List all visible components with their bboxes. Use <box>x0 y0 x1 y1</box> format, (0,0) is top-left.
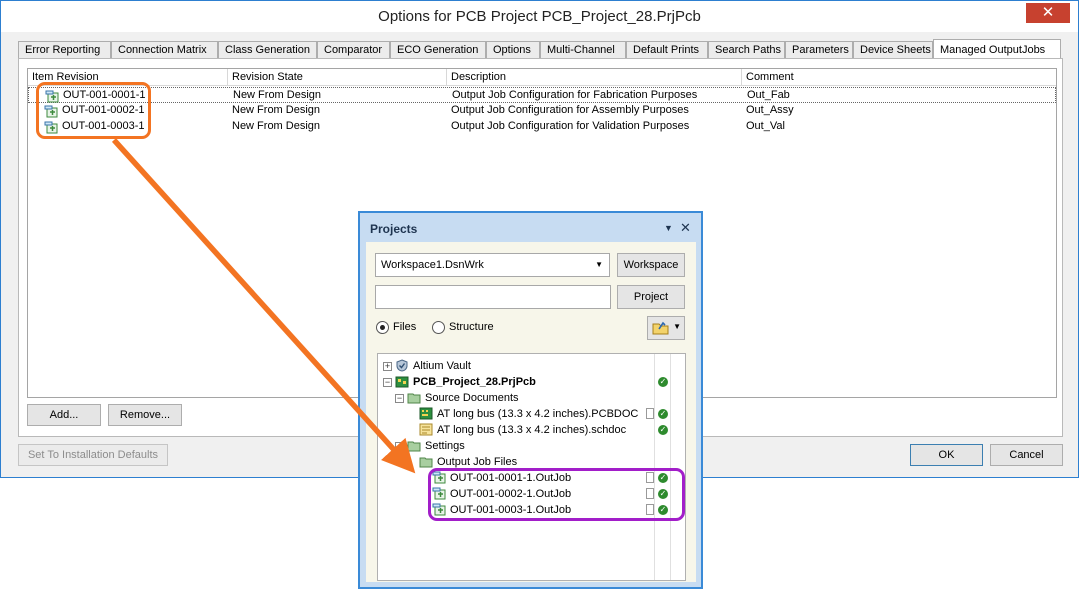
table-row[interactable]: OUT-001-0002-1 New From Design Output Jo… <box>28 103 1056 119</box>
column-header-revision-state[interactable]: Revision State <box>228 69 447 86</box>
projects-panel-title: Projects <box>370 222 418 236</box>
tree-item-settings[interactable]: − Settings <box>378 438 685 454</box>
cell-description: Output Job Configuration for Fabrication… <box>452 89 698 101</box>
collapse-icon[interactable]: − <box>395 442 404 451</box>
tree-item-pcb-project[interactable]: − PCB_Project_28.PrjPcb ✓ <box>378 374 685 390</box>
panel-menu-icon[interactable]: ▼ <box>664 223 673 233</box>
cell-description: Output Job Configuration for Validation … <box>451 120 690 132</box>
expand-icon[interactable]: + <box>383 362 392 371</box>
tab-connection-matrix[interactable]: Connection Matrix <box>111 41 218 59</box>
purple-highlight-box <box>428 468 685 521</box>
collapse-icon[interactable]: − <box>383 378 392 387</box>
tab-multi-channel[interactable]: Multi-Channel <box>540 41 626 59</box>
tab-eco-generation[interactable]: ECO Generation <box>390 41 486 59</box>
panel-close-icon[interactable]: ✕ <box>680 220 691 236</box>
project-button[interactable]: Project <box>617 285 685 309</box>
chevron-down-icon: ▼ <box>673 322 681 331</box>
tab-parameters[interactable]: Parameters <box>785 41 853 59</box>
tab-error-reporting[interactable]: Error Reporting <box>18 41 111 59</box>
workspace-combo[interactable]: Workspace1.DsnWrk ▼ <box>375 253 610 277</box>
tab-managed-outputjobs[interactable]: Managed OutputJobs <box>933 39 1061 59</box>
tree-item-schematic-document[interactable]: AT long bus (13.3 x 4.2 inches).schdoc ✓ <box>378 422 685 438</box>
folder-open-icon <box>652 321 669 335</box>
tab-class-generation[interactable]: Class Generation <box>218 41 317 59</box>
tree-item-altium-vault[interactable]: + Altium Vault <box>378 358 685 374</box>
open-project-documents-button[interactable]: ▼ <box>647 316 685 340</box>
tree-item-label: AT long bus (13.3 x 4.2 inches).schdoc <box>437 424 627 436</box>
workspace-button[interactable]: Workspace <box>617 253 685 277</box>
project-tree: + Altium Vault − PCB_Project_28.PrjPcb ✓… <box>377 353 686 581</box>
cell-revision-state: New From Design <box>232 104 321 116</box>
tab-default-prints[interactable]: Default Prints <box>626 41 708 59</box>
chevron-down-icon: ▼ <box>595 260 603 269</box>
cell-comment: Out_Assy <box>746 104 794 116</box>
projects-panel: Projects ▼ ✕ Workspace1.DsnWrk ▼ Workspa… <box>358 211 703 589</box>
check-icon: ✓ <box>658 377 668 387</box>
tree-item-source-documents[interactable]: − Source Documents <box>378 390 685 406</box>
tab-comparator[interactable]: Comparator <box>317 41 390 59</box>
folder-icon <box>407 393 421 404</box>
column-header-comment[interactable]: Comment <box>742 69 1056 86</box>
cancel-button[interactable]: Cancel <box>990 444 1063 466</box>
folder-icon <box>419 457 433 468</box>
tree-item-label: Altium Vault <box>413 360 471 372</box>
tree-item-label: Settings <box>425 440 465 452</box>
tree-item-label: AT long bus (13.3 x 4.2 inches).PCBDOC <box>437 408 639 420</box>
column-header-description[interactable]: Description <box>447 69 742 86</box>
project-input[interactable] <box>375 285 611 309</box>
tree-item-label: Source Documents <box>425 392 519 404</box>
close-icon: ✕ <box>1041 4 1055 21</box>
files-radio[interactable] <box>376 321 389 334</box>
tree-item-pcb-document[interactable]: AT long bus (13.3 x 4.2 inches).PCBDOC ✓ <box>378 406 685 422</box>
cell-description: Output Job Configuration for Assembly Pu… <box>451 104 689 116</box>
ok-button[interactable]: OK <box>910 444 983 466</box>
dialog-title: Options for PCB Project PCB_Project_28.P… <box>378 8 701 25</box>
set-installation-defaults-button[interactable]: Set To Installation Defaults <box>18 444 168 466</box>
grid-header: Item Revision Revision State Description… <box>28 69 1056 86</box>
tab-options[interactable]: Options <box>486 41 540 59</box>
pcb-project-icon <box>395 376 409 388</box>
cell-revision-state: New From Design <box>232 120 321 132</box>
check-icon: ✓ <box>658 425 668 435</box>
structure-radio[interactable] <box>432 321 445 334</box>
pcb-document-icon <box>419 407 433 420</box>
vault-icon <box>396 359 408 372</box>
remove-button[interactable]: Remove... <box>108 404 182 426</box>
structure-radio-label: Structure <box>449 321 494 333</box>
schematic-document-icon <box>419 423 433 436</box>
tab-search-paths[interactable]: Search Paths <box>708 41 785 59</box>
cell-comment: Out_Fab <box>747 89 790 101</box>
collapse-icon[interactable]: − <box>395 394 404 403</box>
tree-item-label: PCB_Project_28.PrjPcb <box>413 376 536 388</box>
dialog-titlebar: Options for PCB Project PCB_Project_28.P… <box>1 1 1078 32</box>
projects-panel-body: Workspace1.DsnWrk ▼ Workspace Project Fi… <box>366 242 696 582</box>
cell-comment: Out_Val <box>746 120 785 132</box>
workspace-combo-value: Workspace1.DsnWrk <box>381 259 484 271</box>
check-icon: ✓ <box>658 409 668 419</box>
document-icon <box>646 408 654 419</box>
table-row[interactable]: OUT-001-0003-1 New From Design Output Jo… <box>28 119 1056 135</box>
cell-revision-state: New From Design <box>233 89 322 101</box>
tab-device-sheets[interactable]: Device Sheets <box>853 41 933 59</box>
tab-strip: Error Reporting Connection Matrix Class … <box>18 39 1063 59</box>
folder-icon <box>407 441 421 452</box>
orange-highlight-box <box>36 82 151 139</box>
table-row[interactable]: OUT-001-0001-1 New From Design Output Jo… <box>28 87 1056 103</box>
add-button[interactable]: Add... <box>27 404 101 426</box>
files-radio-label: Files <box>393 321 417 333</box>
dialog-close-button[interactable]: ✕ <box>1026 3 1070 23</box>
